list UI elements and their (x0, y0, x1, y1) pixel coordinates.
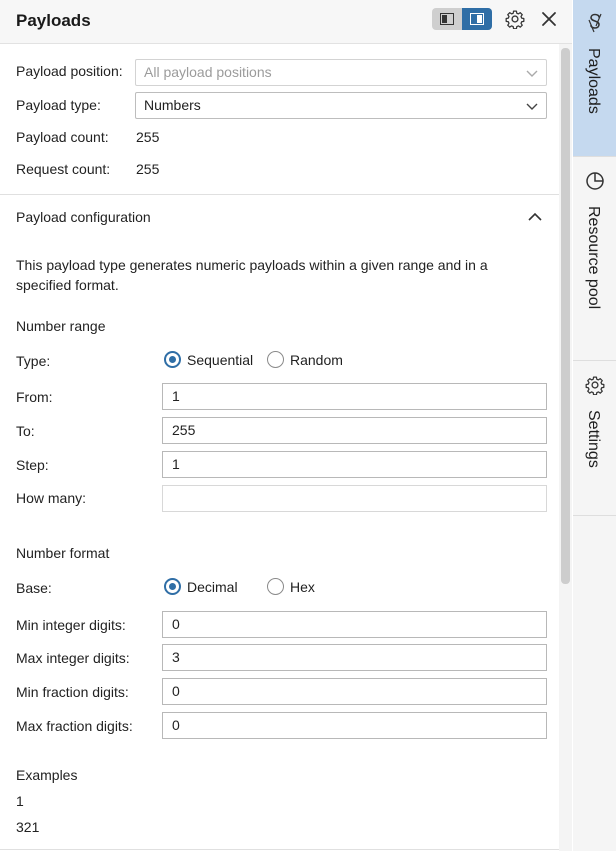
radio-sequential-label: Sequential (187, 351, 254, 368)
from-input[interactable]: 1 (162, 383, 547, 410)
number-format-heading: Number format (16, 545, 110, 561)
payloads-panel: Payloads Payload position: All payload p… (0, 0, 572, 851)
max-fraction-digits-input[interactable]: 0 (162, 712, 547, 739)
radio-random[interactable]: Random (267, 351, 343, 368)
max-integer-digits-input[interactable]: 3 (162, 644, 547, 671)
to-input[interactable]: 255 (162, 417, 547, 444)
sidebar-tab-resource-pool-label: Resource pool (585, 206, 602, 310)
radio-decimal[interactable]: Decimal (164, 578, 238, 595)
radio-hex-label: Hex (290, 578, 315, 595)
base-label: Base: (16, 580, 52, 596)
pie-chart-icon (584, 170, 606, 192)
collapse-section-button[interactable] (527, 210, 545, 228)
radio-hex[interactable]: Hex (267, 578, 315, 595)
examples-heading: Examples (16, 767, 78, 783)
payloads-icon (584, 12, 606, 34)
radio-sequential[interactable]: Sequential (164, 351, 253, 368)
bottom-divider (0, 849, 559, 850)
panel-title: Payloads (16, 11, 91, 30)
min-integer-digits-label: Min integer digits: (16, 617, 126, 633)
close-icon (542, 12, 556, 26)
panel-header: Payloads (0, 0, 572, 44)
config-description-line1: This payload type generates numeric payl… (16, 257, 488, 273)
min-integer-digits-input[interactable]: 0 (162, 611, 547, 638)
radio-sequential-dot (164, 351, 181, 368)
vertical-scrollbar[interactable] (559, 44, 572, 851)
payload-type-value: Numbers (144, 97, 201, 113)
settings-gear-button[interactable] (503, 7, 527, 31)
sidebar-tab-payloads[interactable]: Payloads (573, 0, 616, 157)
layout-toggle-right[interactable] (462, 8, 492, 30)
payload-count-label: Payload count: (16, 129, 109, 145)
config-description-line2: specified format. (16, 277, 119, 293)
radio-decimal-label: Decimal (187, 578, 238, 595)
chevron-down-icon (526, 70, 538, 77)
payload-type-select[interactable]: Numbers (135, 92, 547, 119)
how-many-label: How many: (16, 490, 87, 506)
chevron-up-icon (528, 212, 542, 221)
number-range-heading: Number range (16, 318, 106, 334)
payload-position-label: Payload position: (16, 63, 123, 79)
gear-icon (505, 10, 525, 29)
sidebar-tab-settings-label: Settings (585, 410, 602, 468)
sidebar-tab-settings[interactable]: Settings (573, 362, 616, 516)
max-fraction-digits-label: Max fraction digits: (16, 718, 133, 734)
min-fraction-digits-input[interactable]: 0 (162, 678, 547, 705)
how-many-input[interactable] (162, 485, 547, 512)
payload-configuration-heading: Payload configuration (16, 209, 151, 225)
from-label: From: (16, 389, 53, 405)
payload-position-value: All payload positions (144, 64, 272, 80)
max-integer-digits-label: Max integer digits: (16, 650, 130, 666)
payload-position-select[interactable]: All payload positions (135, 59, 547, 86)
radio-decimal-dot (164, 578, 181, 595)
sidebar-tab-payloads-label: Payloads (585, 48, 602, 114)
payload-count-value: 255 (136, 129, 160, 145)
layout-toggle[interactable] (432, 8, 492, 30)
layout-right-icon (470, 13, 484, 25)
request-count-label: Request count: (16, 161, 111, 177)
radio-random-dot (267, 351, 284, 368)
step-input[interactable]: 1 (162, 451, 547, 478)
layout-toggle-left[interactable] (432, 8, 462, 30)
example-item: 1 (16, 793, 24, 809)
min-fraction-digits-label: Min fraction digits: (16, 684, 129, 700)
sidebar-tab-resource-pool[interactable]: Resource pool (573, 158, 616, 361)
layout-left-icon (440, 13, 454, 25)
range-type-label: Type: (16, 353, 51, 369)
radio-random-label: Random (290, 351, 343, 368)
request-count-value: 255 (136, 161, 160, 177)
close-button[interactable] (537, 7, 561, 31)
payload-type-label: Payload type: (16, 97, 101, 113)
gear-icon (584, 374, 606, 396)
chevron-down-icon (526, 103, 538, 110)
scrollbar-thumb[interactable] (561, 48, 570, 584)
radio-hex-dot (267, 578, 284, 595)
section-divider (0, 194, 559, 195)
to-label: To: (16, 423, 35, 439)
right-sidebar: Payloads Resource pool Settings (573, 0, 616, 851)
example-item: 321 (16, 819, 40, 835)
step-label: Step: (16, 457, 49, 473)
